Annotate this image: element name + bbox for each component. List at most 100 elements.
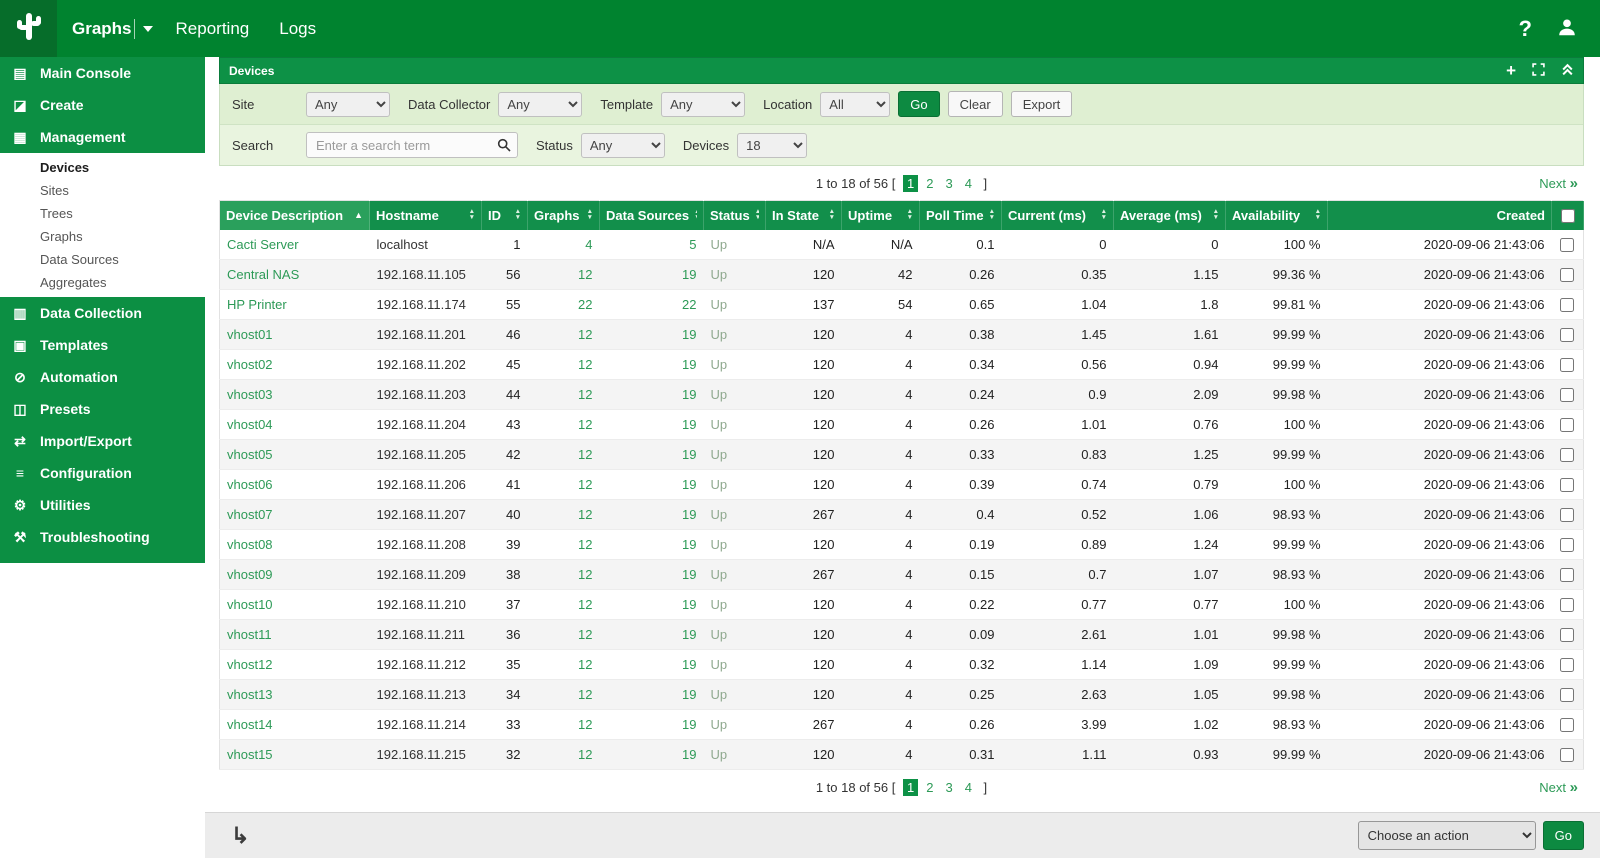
sidebar-subitem-aggregates[interactable]: Aggregates	[0, 271, 205, 294]
row-checkbox[interactable]	[1560, 508, 1574, 522]
sidebar-item-automation[interactable]: ⊘ Automation	[0, 361, 205, 393]
data-sources-count-link[interactable]: 22	[600, 290, 704, 320]
row-checkbox[interactable]	[1560, 538, 1574, 552]
action-select[interactable]: Choose an action	[1358, 821, 1536, 850]
row-checkbox[interactable]	[1560, 658, 1574, 672]
page-link-4[interactable]: 4	[961, 175, 976, 192]
sidebar-subitem-devices[interactable]: Devices	[0, 156, 205, 179]
sidebar-item-create[interactable]: ◪ Create	[0, 89, 205, 121]
graphs-count-link[interactable]: 12	[528, 560, 600, 590]
sidebar-item-import-export[interactable]: ⇄ Import/Export	[0, 425, 205, 457]
status-select[interactable]: Any	[581, 133, 665, 158]
row-checkbox[interactable]	[1560, 568, 1574, 582]
cacti-logo[interactable]	[0, 0, 57, 57]
row-checkbox[interactable]	[1560, 688, 1574, 702]
graphs-count-link[interactable]: 12	[528, 680, 600, 710]
data-sources-count-link[interactable]: 19	[600, 500, 704, 530]
location-select[interactable]: All	[820, 92, 890, 117]
device-description-link[interactable]: vhost07	[227, 507, 273, 522]
add-device-icon[interactable]: +	[1506, 62, 1516, 79]
sidebar-subitem-data-sources[interactable]: Data Sources	[0, 248, 205, 271]
page-link-4[interactable]: 4	[961, 779, 976, 796]
sidebar-subitem-trees[interactable]: Trees	[0, 202, 205, 225]
graphs-count-link[interactable]: 12	[528, 350, 600, 380]
device-description-link[interactable]: vhost11	[227, 627, 272, 642]
data-sources-count-link[interactable]: 19	[600, 320, 704, 350]
action-go-button[interactable]: Go	[1543, 821, 1584, 850]
data-sources-count-link[interactable]: 19	[600, 410, 704, 440]
column-header-uptime[interactable]: Uptime ▲▼	[842, 201, 920, 230]
graphs-count-link[interactable]: 12	[528, 710, 600, 740]
graphs-count-link[interactable]: 12	[528, 260, 600, 290]
column-header-current-ms[interactable]: Current (ms) ▲▼	[1002, 201, 1114, 230]
graphs-count-link[interactable]: 12	[528, 380, 600, 410]
graphs-count-link[interactable]: 4	[528, 230, 600, 260]
device-description-link[interactable]: vhost08	[227, 537, 273, 552]
graphs-count-link[interactable]: 12	[528, 320, 600, 350]
device-description-link[interactable]: Cacti Server	[227, 237, 299, 252]
row-checkbox[interactable]	[1560, 418, 1574, 432]
row-checkbox[interactable]	[1560, 358, 1574, 372]
device-description-link[interactable]: vhost14	[227, 717, 273, 732]
row-checkbox[interactable]	[1560, 598, 1574, 612]
page-link-2[interactable]: 2	[922, 175, 937, 192]
column-header-poll-time[interactable]: Poll Time ▲▼	[920, 201, 1002, 230]
page-link-1[interactable]: 1	[903, 779, 918, 796]
row-checkbox[interactable]	[1560, 748, 1574, 762]
data-sources-count-link[interactable]: 19	[600, 440, 704, 470]
column-header-device-description[interactable]: Device Description ▲	[220, 201, 370, 230]
devices-per-page-select[interactable]: 18	[737, 133, 807, 158]
sidebar-item-main-console[interactable]: ▤ Main Console	[0, 57, 205, 89]
next-page-link[interactable]: Next »	[1539, 175, 1578, 192]
row-checkbox[interactable]	[1560, 718, 1574, 732]
device-description-link[interactable]: vhost05	[227, 447, 273, 462]
graphs-count-link[interactable]: 12	[528, 470, 600, 500]
data-sources-count-link[interactable]: 19	[600, 560, 704, 590]
sidebar-item-management[interactable]: ▦ Management	[0, 121, 205, 153]
device-description-link[interactable]: vhost03	[227, 387, 273, 402]
device-description-link[interactable]: HP Printer	[227, 297, 287, 312]
page-link-3[interactable]: 3	[941, 779, 956, 796]
data-sources-count-link[interactable]: 19	[600, 620, 704, 650]
column-header-data-sources[interactable]: Data Sources ▲▼	[600, 201, 704, 230]
data-sources-count-link[interactable]: 19	[600, 590, 704, 620]
row-checkbox[interactable]	[1560, 628, 1574, 642]
graphs-count-link[interactable]: 12	[528, 620, 600, 650]
graphs-count-link[interactable]: 22	[528, 290, 600, 320]
device-description-link[interactable]: vhost02	[227, 357, 273, 372]
site-select[interactable]: Any	[306, 92, 390, 117]
device-description-link[interactable]: vhost09	[227, 567, 273, 582]
row-checkbox[interactable]	[1560, 298, 1574, 312]
row-checkbox[interactable]	[1560, 388, 1574, 402]
fullscreen-icon[interactable]	[1532, 63, 1545, 79]
page-link-2[interactable]: 2	[922, 779, 937, 796]
row-checkbox[interactable]	[1560, 448, 1574, 462]
graphs-count-link[interactable]: 12	[528, 650, 600, 680]
clear-button[interactable]: Clear	[948, 91, 1003, 117]
search-icon[interactable]	[497, 138, 511, 155]
sidebar-item-utilities[interactable]: ⚙ Utilities	[0, 489, 205, 521]
collapse-panel-icon[interactable]	[1561, 63, 1574, 79]
device-description-link[interactable]: Central NAS	[227, 267, 299, 282]
column-header-in-state[interactable]: In State ▲▼	[766, 201, 842, 230]
sidebar-item-data-collection[interactable]: ▥ Data Collection	[0, 297, 205, 329]
template-select[interactable]: Any	[661, 92, 745, 117]
data-sources-count-link[interactable]: 19	[600, 260, 704, 290]
row-checkbox[interactable]	[1560, 268, 1574, 282]
graphs-count-link[interactable]: 12	[528, 500, 600, 530]
graphs-count-link[interactable]: 12	[528, 410, 600, 440]
column-header-graphs[interactable]: Graphs ▲▼	[528, 201, 600, 230]
data-sources-count-link[interactable]: 19	[600, 350, 704, 380]
data-sources-count-link[interactable]: 19	[600, 530, 704, 560]
row-checkbox[interactable]	[1560, 478, 1574, 492]
next-page-link[interactable]: Next »	[1539, 779, 1578, 796]
tab-logs[interactable]: Logs	[264, 0, 331, 57]
column-header-hostname[interactable]: Hostname ▲▼	[370, 201, 482, 230]
sidebar-subitem-sites[interactable]: Sites	[0, 179, 205, 202]
help-icon[interactable]: ?	[1519, 16, 1532, 42]
column-header-average-ms[interactable]: Average (ms) ▲▼	[1114, 201, 1226, 230]
export-button[interactable]: Export	[1011, 91, 1073, 117]
tab-graphs[interactable]: Graphs	[57, 0, 161, 57]
user-icon[interactable]	[1556, 16, 1578, 41]
device-description-link[interactable]: vhost13	[227, 687, 273, 702]
